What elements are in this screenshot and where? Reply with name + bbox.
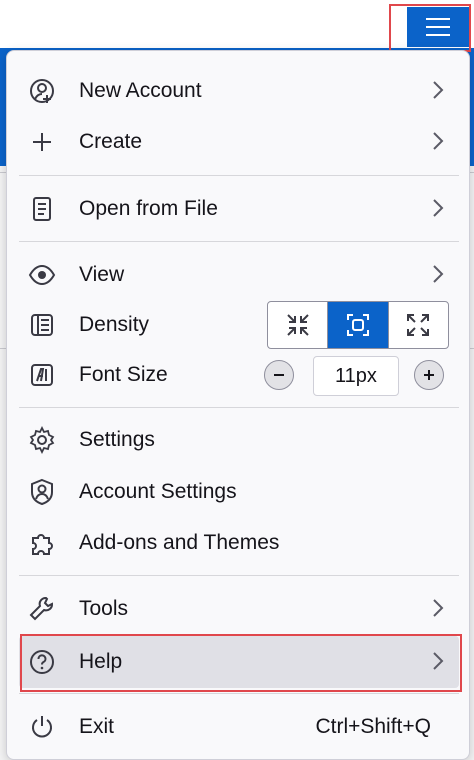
menu-separator — [19, 175, 459, 176]
chevron-right-icon — [433, 599, 444, 617]
chevron-right-icon — [433, 265, 444, 283]
compress-icon — [286, 314, 309, 336]
tools-label: Tools — [79, 597, 129, 620]
menu-separator — [19, 241, 459, 242]
menu-item-view[interactable]: View — [25, 253, 451, 297]
menu-item-exit[interactable]: Exit Ctrl+Shift+Q — [25, 705, 451, 749]
font-size-icon — [25, 358, 59, 392]
font-size-increase-button[interactable] — [414, 360, 444, 390]
minus-icon — [274, 374, 284, 376]
chevron-right-icon — [433, 81, 444, 99]
menu-item-addons-themes[interactable]: Add-ons and Themes — [25, 521, 451, 565]
account-plus-icon — [25, 74, 59, 108]
menu-item-settings[interactable]: Settings — [25, 418, 451, 462]
account-icon — [25, 475, 59, 509]
plus-icon — [424, 370, 434, 380]
menu-item-font-size: Font Size — [25, 353, 255, 397]
density-label: Density — [79, 313, 150, 336]
exit-shortcut: Ctrl+Shift+Q — [315, 715, 431, 738]
font-size-value: 11px — [313, 356, 399, 396]
font-size-label: Font Size — [79, 363, 168, 386]
menu-item-open-from-file[interactable]: Open from File — [25, 187, 451, 231]
file-icon — [25, 192, 59, 226]
open-from-file-label: Open from File — [79, 197, 218, 220]
density-normal-button[interactable] — [328, 302, 389, 348]
menu-separator — [19, 407, 459, 408]
frame-icon — [346, 314, 369, 336]
expand-icon — [407, 314, 430, 336]
create-label: Create — [79, 130, 143, 153]
menu-item-density: Density — [25, 303, 255, 347]
density-compact-button[interactable] — [268, 302, 329, 348]
plus-icon — [25, 125, 59, 159]
menu-item-create[interactable]: Create — [25, 120, 451, 164]
settings-label: Settings — [79, 428, 155, 451]
addons-themes-label: Add-ons and Themes — [79, 531, 280, 554]
power-icon — [25, 710, 59, 744]
wrench-icon — [25, 592, 59, 626]
density-selector — [267, 301, 449, 349]
exit-label: Exit — [79, 715, 115, 738]
menu-separator — [19, 575, 459, 576]
highlight-box-menu-button — [389, 4, 471, 52]
menu-item-tools[interactable]: Tools — [25, 587, 451, 631]
gear-icon — [25, 423, 59, 457]
eye-icon — [25, 258, 59, 292]
puzzle-icon — [25, 526, 59, 560]
chevron-right-icon — [433, 199, 444, 217]
density-icon — [25, 308, 59, 342]
new-account-label: New Account — [79, 79, 202, 102]
menu-item-new-account[interactable]: New Account — [25, 69, 451, 113]
menu-item-account-settings[interactable]: Account Settings — [25, 470, 451, 514]
chevron-right-icon — [433, 132, 444, 150]
font-size-decrease-button[interactable] — [264, 360, 294, 390]
density-relaxed-button[interactable] — [389, 302, 448, 348]
highlight-box-help — [20, 634, 462, 692]
menu-separator — [19, 693, 459, 694]
account-settings-label: Account Settings — [79, 480, 237, 503]
view-label: View — [79, 263, 125, 286]
